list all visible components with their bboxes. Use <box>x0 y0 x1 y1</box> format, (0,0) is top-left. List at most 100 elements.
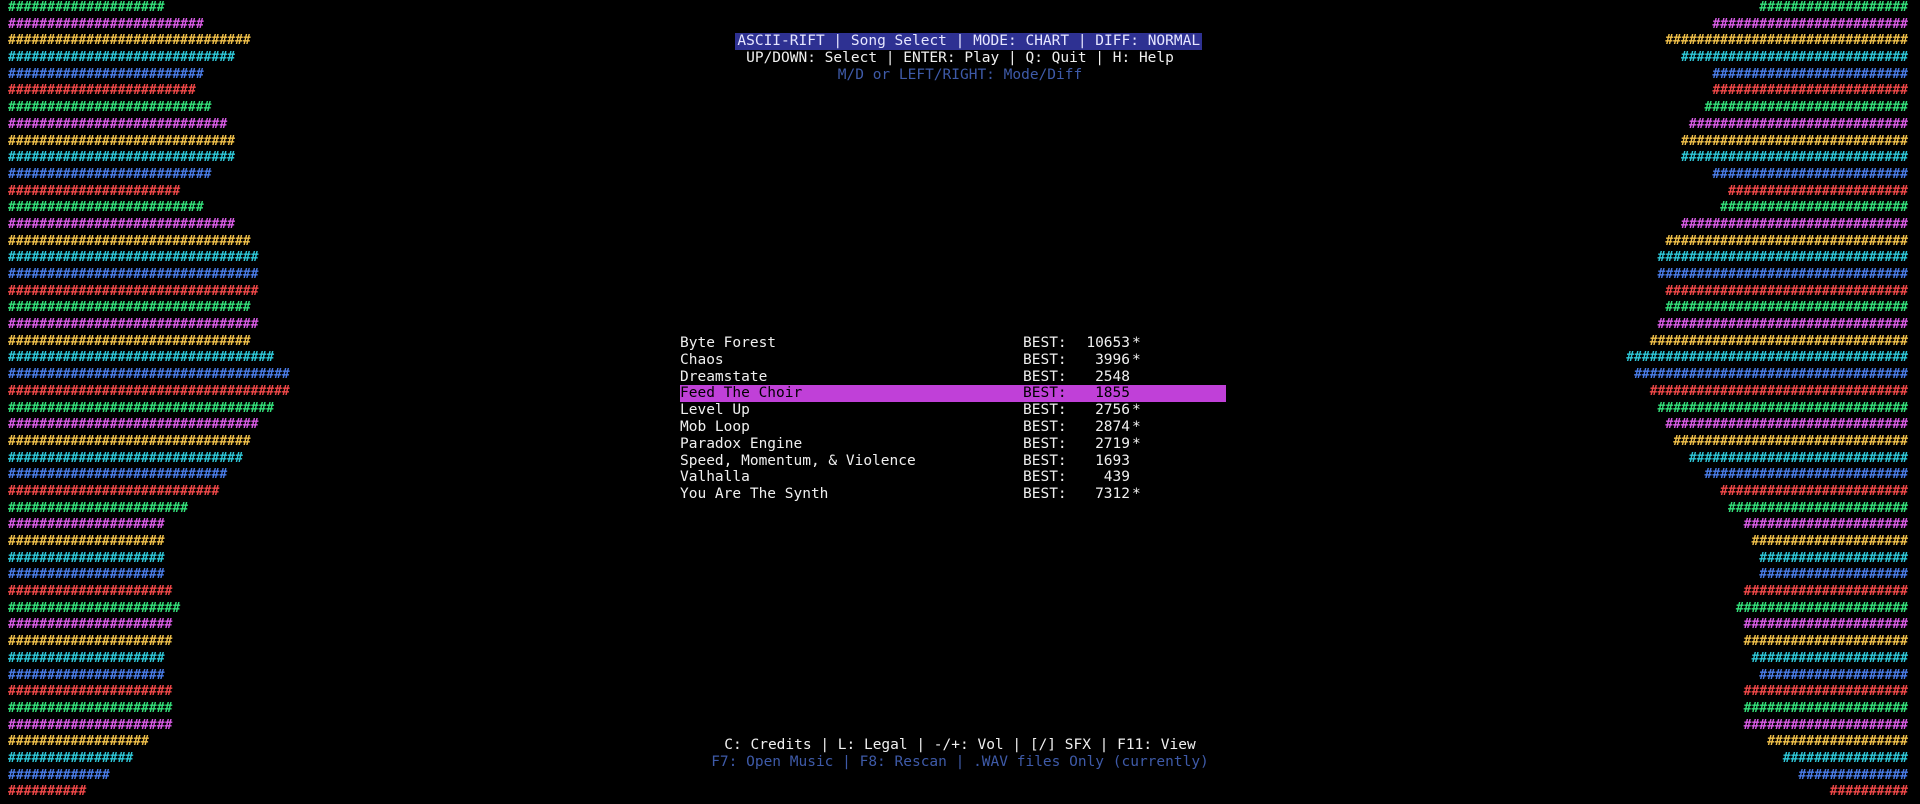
right-bar: ###################### <box>1735 600 1908 616</box>
song-row[interactable]: Chaos BEST: 3996 * <box>680 352 1226 369</box>
best-score: 7312 <box>1095 486 1130 503</box>
song-row[interactable]: Byte Forest BEST: 10653 * <box>680 335 1226 352</box>
song-name: Paradox Engine <box>680 435 803 452</box>
right-bar: ##################### <box>1743 634 1908 650</box>
new-record-star: * <box>1132 351 1141 368</box>
left-bar: ################################## <box>8 350 275 366</box>
right-bar: ##################### <box>1743 517 1908 533</box>
right-bar: ############################### <box>1665 417 1908 433</box>
right-bar: ################################ <box>1657 317 1908 333</box>
right-bar: ############################# <box>1681 150 1908 166</box>
left-bar: ############################## <box>8 450 243 466</box>
right-bar: ############################### <box>1665 233 1908 249</box>
right-bar: ##################### <box>1743 584 1908 600</box>
best-score: 2719 <box>1095 435 1130 452</box>
left-bar: #################### <box>8 667 165 683</box>
right-bar: ################################# <box>1649 333 1908 349</box>
left-bar: #################### <box>8 0 165 15</box>
new-record-star: * <box>1132 418 1141 435</box>
best-score: 1693 <box>1095 452 1130 469</box>
song-list[interactable]: Byte Forest BEST: 10653 * Chaos BEST: 3996 * Dre… <box>680 335 1226 503</box>
left-bar: ##################### <box>8 634 173 650</box>
song-row[interactable]: Speed, Momentum, & Violence BEST: 1693 <box>680 453 1226 470</box>
left-bar: ################################ <box>8 267 259 282</box>
left-bar: ###################### <box>8 600 181 616</box>
right-bar: ##################### <box>1743 717 1908 733</box>
right-bar: ############################# <box>1681 216 1908 232</box>
right-bar: ################### <box>1759 667 1908 683</box>
best-score: 2548 <box>1095 368 1130 385</box>
left-bar: #################################### <box>8 383 290 399</box>
left-bar: #################### <box>8 550 165 566</box>
right-bar: ############################### <box>1665 283 1908 299</box>
right-bar: ######################### <box>1712 166 1908 182</box>
left-bar: ######################## <box>8 83 196 99</box>
mode-diff-hint: M/D or LEFT/RIGHT: Mode/Diff <box>837 67 1083 83</box>
best-label: BEST: <box>1023 486 1067 503</box>
left-bar: ################################ <box>8 250 259 266</box>
left-bar: ############################# <box>8 216 235 232</box>
best-label: BEST: <box>1023 385 1067 402</box>
right-bar: ######################## <box>1720 483 1908 499</box>
right-bar: ######################### <box>1712 83 1908 99</box>
right-bar: ################### <box>1759 550 1908 566</box>
song-row[interactable]: Mob Loop BEST: 2874 * <box>680 419 1226 436</box>
left-bar: ############################### <box>8 333 251 349</box>
best-label: BEST: <box>1023 469 1067 486</box>
new-record-star: * <box>1132 486 1141 503</box>
left-bar: #################### <box>8 567 165 583</box>
best-label: BEST: <box>1023 335 1067 351</box>
left-bar: ############################# <box>8 133 235 149</box>
song-row[interactable]: Paradox Engine BEST: 2719 * <box>680 436 1226 453</box>
left-bar: ############################### <box>8 433 251 449</box>
right-visualizer: ################### #####################… <box>1626 0 1908 801</box>
song-row-selected[interactable]: Feed The Choir BEST: 1855 <box>680 385 1226 403</box>
song-name: Chaos <box>680 351 724 368</box>
right-bar: ################################ <box>1657 250 1908 266</box>
best-score: 10653 <box>1086 335 1130 351</box>
right-bar: ######################## <box>1720 200 1908 216</box>
page-title: ASCII-RIFT | Song Select | MODE: CHART |… <box>735 33 1203 50</box>
new-record-star: * <box>1132 435 1141 452</box>
right-bar: ########################## <box>1704 100 1909 116</box>
left-bar: ############################# <box>8 150 235 166</box>
right-bar: ##################### <box>1743 617 1908 633</box>
right-bar: ##################### <box>1743 700 1908 716</box>
best-label: BEST: <box>1023 435 1067 452</box>
right-bar: ################################### <box>1634 367 1908 383</box>
left-bar: ################################## <box>8 400 275 416</box>
right-bar: ############################ <box>1688 116 1908 132</box>
best-score: 439 <box>1103 469 1130 486</box>
left-bar: #################### <box>8 517 165 533</box>
left-bar: ##################### <box>8 584 173 600</box>
best-score: 2874 <box>1095 418 1130 435</box>
left-bar: ################################ <box>8 417 259 433</box>
song-row[interactable]: You Are The Synth BEST: 7312 * <box>680 486 1226 503</box>
song-name: Speed, Momentum, & Violence <box>680 452 916 469</box>
left-bar: #################### <box>8 534 165 549</box>
song-row[interactable]: Dreamstate BEST: 2548 <box>680 369 1226 386</box>
left-bar: ##################### <box>8 717 173 733</box>
left-bar: ################################ <box>8 317 259 333</box>
footer-controls: C: Credits | L: Legal | -/+: Vol | [/] S… <box>724 737 1196 753</box>
right-bar: #################################### <box>1626 350 1908 366</box>
left-visualizer: #################### ####################… <box>8 0 290 801</box>
song-name: Valhalla <box>680 469 750 486</box>
song-row[interactable]: Valhalla BEST: 439 <box>680 469 1226 486</box>
right-bar: ########## <box>1829 784 1908 800</box>
controls-help: UP/DOWN: Select | ENTER: Play | Q: Quit … <box>746 50 1174 66</box>
left-bar: ########## <box>8 784 87 800</box>
left-bar: ############################### <box>8 300 251 316</box>
left-bar: ############################ <box>8 116 228 132</box>
song-name: Dreamstate <box>680 368 768 385</box>
right-bar: ################### <box>1759 0 1908 15</box>
song-name: Feed The Choir <box>680 385 803 402</box>
right-bar: ################################# <box>1649 383 1908 399</box>
song-row[interactable]: Level Up BEST: 2756 * <box>680 402 1226 419</box>
right-bar: ####################### <box>1727 500 1908 516</box>
left-bar: ##################### <box>8 700 173 716</box>
left-bar: ##################### <box>8 617 173 633</box>
right-bar: ########################## <box>1704 467 1909 483</box>
best-label: BEST: <box>1023 368 1067 385</box>
right-bar: ############################## <box>1673 433 1908 449</box>
